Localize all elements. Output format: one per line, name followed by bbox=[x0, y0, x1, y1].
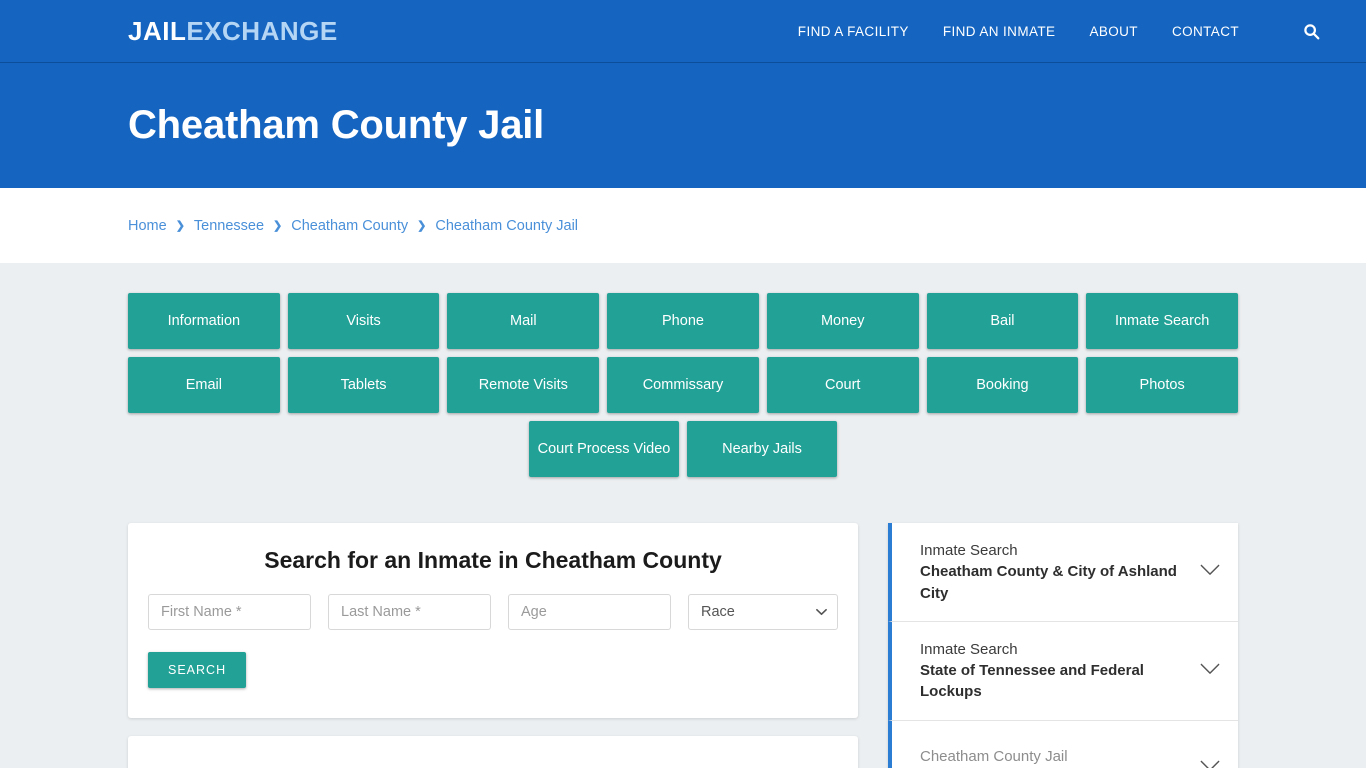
category-button-money[interactable]: Money bbox=[766, 293, 919, 349]
site-header: JAILEXCHANGE FIND A FACILITY FIND AN INM… bbox=[0, 0, 1366, 63]
category-button-court[interactable]: Court bbox=[766, 357, 919, 413]
category-button-remote-visits[interactable]: Remote Visits bbox=[447, 357, 600, 413]
content-columns: Search for an Inmate in Cheatham County … bbox=[128, 523, 1238, 768]
site-logo[interactable]: JAILEXCHANGE bbox=[128, 16, 338, 47]
chevron-down-icon bbox=[1200, 662, 1220, 680]
accordion-item-inmate-search-state[interactable]: Inmate Search State of Tennessee and Fed… bbox=[888, 621, 1238, 721]
age-input[interactable] bbox=[508, 594, 671, 630]
first-name-input[interactable] bbox=[148, 594, 311, 630]
accordion-item-line1: Inmate Search bbox=[920, 542, 1018, 559]
logo-text-primary: JAIL bbox=[128, 15, 187, 46]
breadcrumb-bar: Home ❯ Tennessee ❯ Cheatham County ❯ Che… bbox=[0, 188, 1366, 263]
category-button-information[interactable]: Information bbox=[128, 293, 280, 349]
main-column: Search for an Inmate in Cheatham County … bbox=[128, 523, 858, 768]
category-button-tablets[interactable]: Tablets bbox=[287, 357, 440, 413]
category-button-visits[interactable]: Visits bbox=[287, 293, 440, 349]
accordion-item-text: Inmate Search Cheatham County & City of … bbox=[920, 540, 1188, 604]
category-button-bail[interactable]: Bail bbox=[926, 293, 1079, 349]
accordion-item-line1: Cheatham County Jail bbox=[920, 748, 1068, 766]
chevron-down-icon bbox=[1200, 759, 1220, 768]
jail-information-card: Cheatham County Jail Information bbox=[128, 736, 858, 768]
breadcrumb-item-cheatham-county[interactable]: Cheatham County bbox=[291, 218, 408, 234]
accordion-item-text: Cheatham County Jail Contact Information bbox=[920, 746, 1188, 768]
search-button[interactable]: SEARCH bbox=[148, 652, 247, 688]
category-button-nearby-jails[interactable]: Nearby Jails bbox=[687, 421, 837, 477]
page-body: Information Visits Mail Phone Money Bail… bbox=[0, 263, 1366, 768]
chevron-right-icon: ❯ bbox=[175, 220, 185, 232]
category-button-grid-row-3: Court Process Video Nearby Jails bbox=[128, 421, 1238, 477]
accordion-item-inmate-search-county[interactable]: Inmate Search Cheatham County & City of … bbox=[888, 523, 1238, 622]
accordion-item-contact-information[interactable]: Cheatham County Jail Contact Information bbox=[888, 720, 1238, 768]
sidebar-accordion: Inmate Search Cheatham County & City of … bbox=[888, 523, 1238, 768]
inmate-search-fields: Race bbox=[148, 594, 838, 630]
category-button-court-process-video[interactable]: Court Process Video bbox=[529, 421, 679, 477]
accordion-item-line1: Inmate Search bbox=[920, 640, 1018, 658]
inmate-search-title: Search for an Inmate in Cheatham County bbox=[264, 547, 722, 573]
category-button-commissary[interactable]: Commissary bbox=[607, 357, 759, 413]
nav-item-about[interactable]: ABOUT bbox=[1089, 24, 1138, 39]
category-button-mail[interactable]: Mail bbox=[447, 293, 600, 349]
category-button-phone[interactable]: Phone bbox=[607, 293, 759, 349]
chevron-down-icon bbox=[1200, 563, 1220, 581]
last-name-input[interactable] bbox=[328, 594, 491, 630]
breadcrumb-item-home[interactable]: Home bbox=[128, 218, 167, 234]
search-icon[interactable] bbox=[1303, 23, 1320, 40]
nav-item-find-an-inmate[interactable]: FIND AN INMATE bbox=[943, 24, 1056, 39]
accordion-item-line2: State of Tennessee and Federal Lockups bbox=[920, 662, 1144, 701]
category-button-photos[interactable]: Photos bbox=[1086, 357, 1238, 413]
category-button-inmate-search[interactable]: Inmate Search bbox=[1086, 293, 1238, 349]
breadcrumb-item-cheatham-county-jail[interactable]: Cheatham County Jail bbox=[435, 218, 578, 234]
race-select-wrapper: Race bbox=[688, 594, 838, 630]
chevron-right-icon: ❯ bbox=[417, 220, 427, 232]
breadcrumb: Home ❯ Tennessee ❯ Cheatham County ❯ Che… bbox=[128, 218, 578, 234]
nav-item-find-a-facility[interactable]: FIND A FACILITY bbox=[798, 24, 909, 39]
logo-text-secondary: EXCHANGE bbox=[186, 15, 338, 46]
breadcrumb-item-tennessee[interactable]: Tennessee bbox=[194, 218, 264, 234]
sidebar-column: Inmate Search Cheatham County & City of … bbox=[888, 523, 1238, 768]
chevron-right-icon: ❯ bbox=[273, 220, 283, 232]
category-button-booking[interactable]: Booking bbox=[926, 357, 1079, 413]
race-select[interactable]: Race bbox=[688, 594, 838, 630]
accordion-item-line2: Cheatham County & City of Ashland City bbox=[920, 563, 1177, 602]
category-button-email[interactable]: Email bbox=[128, 357, 280, 413]
nav-item-contact[interactable]: CONTACT bbox=[1172, 24, 1239, 39]
main-navigation: FIND A FACILITY FIND AN INMATE ABOUT CON… bbox=[798, 23, 1342, 40]
hero-banner: Cheatham County Jail bbox=[0, 63, 1366, 188]
inmate-search-card: Search for an Inmate in Cheatham County … bbox=[128, 523, 858, 718]
accordion-item-text: Inmate Search State of Tennessee and Fed… bbox=[920, 639, 1188, 703]
page-title: Cheatham County Jail bbox=[128, 103, 545, 147]
category-button-grid: Information Visits Mail Phone Money Bail… bbox=[128, 263, 1238, 413]
